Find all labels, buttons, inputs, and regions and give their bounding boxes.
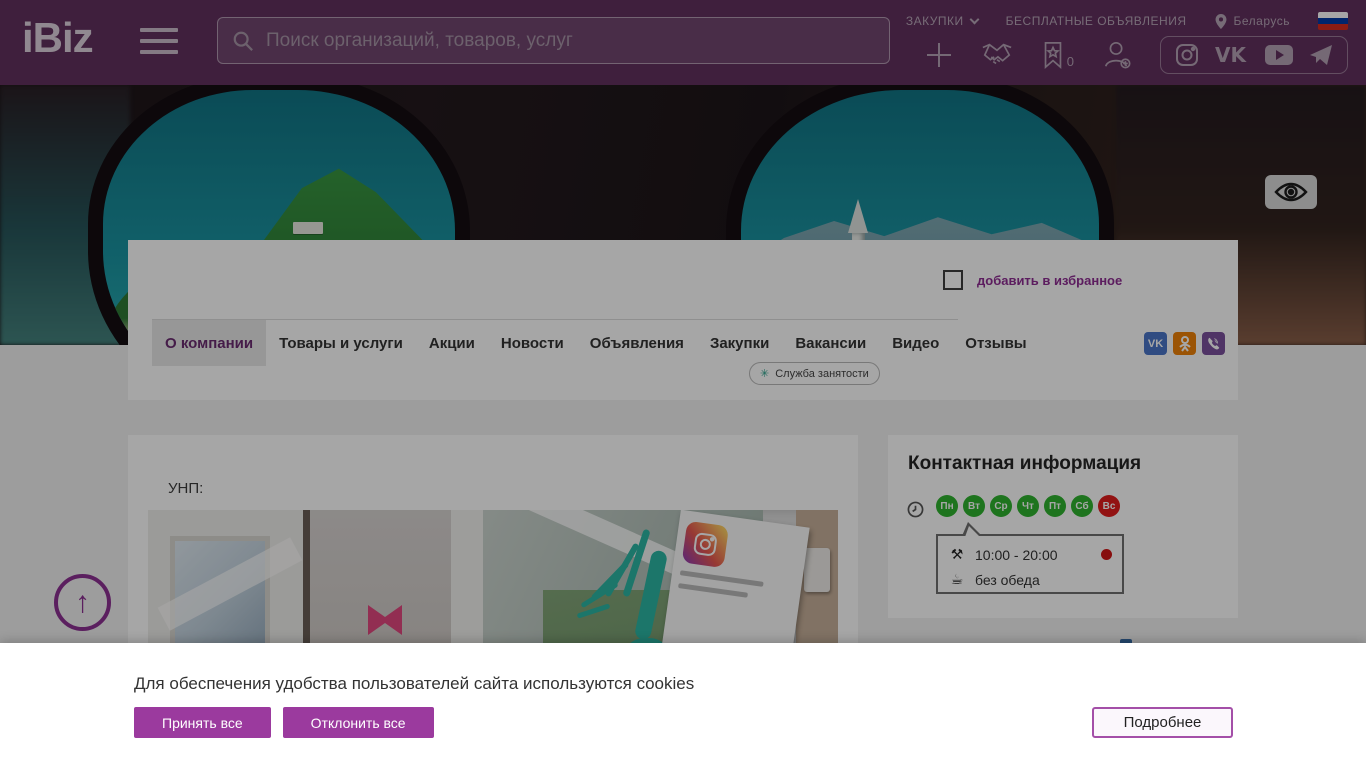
decline-all-button[interactable]: Отклонить все <box>282 707 434 738</box>
page: iBiz ЗАКУПКИ БЕСПЛАТНЫЕ ОБЪЯВЛЕНИЯ Белар… <box>0 0 1366 768</box>
header-social-links: VK <box>1160 36 1348 74</box>
vk-icon[interactable]: VK <box>1215 44 1249 66</box>
accept-all-button[interactable]: Принять все <box>134 707 271 738</box>
unp-label: УНП: <box>168 480 204 497</box>
favorites-checkbox[interactable] <box>943 270 963 290</box>
spark-icon: ✳ <box>760 368 770 380</box>
search-bar <box>217 17 890 64</box>
contact-info-card: Контактная информация Пн Вт Ср Чт Пт Сб … <box>888 435 1238 618</box>
day-badge: Чт <box>1017 495 1039 517</box>
company-header-card: добавить в избранное О компании Товары и… <box>128 240 1238 400</box>
tab-promotions[interactable]: Акции <box>416 320 488 366</box>
vk-icon[interactable]: VK <box>1144 332 1167 355</box>
tab-reviews[interactable]: Отзывы <box>952 320 1039 366</box>
flag-ru-icon[interactable] <box>1318 12 1348 30</box>
up-arrow-icon: ↑ <box>75 585 90 619</box>
day-badge: Вт <box>963 495 985 517</box>
search-input[interactable] <box>266 29 875 52</box>
eye-icon <box>1274 182 1308 202</box>
free-ads-link[interactable]: БЕСПЛАТНЫЕ ОБЪЯВЛЕНИЯ <box>1006 14 1187 28</box>
cookie-banner: Для обеспечения удобства пользователей с… <box>0 643 1366 768</box>
header-top-links: ЗАКУПКИ БЕСПЛАТНЫЕ ОБЪЯВЛЕНИЯ Беларусь <box>906 12 1348 30</box>
working-hours: 10:00 - 20:00 <box>975 546 1058 563</box>
status-dot <box>1101 549 1112 560</box>
location-pin-icon <box>1215 13 1226 29</box>
cookie-message: Для обеспечения удобства пользователей с… <box>134 674 695 693</box>
tab-purchases[interactable]: Закупки <box>697 320 782 366</box>
accessibility-version-button[interactable] <box>1265 175 1317 209</box>
tab-vacancies[interactable]: Вакансии <box>782 320 879 366</box>
details-button[interactable]: Подробнее <box>1092 707 1233 738</box>
add-user-icon <box>1104 41 1131 69</box>
instagram-icon[interactable] <box>1175 43 1199 67</box>
working-hours-tooltip: ⚒ 10:00 - 20:00 ☕ без обеда <box>936 522 1124 594</box>
tab-about[interactable]: О компании <box>152 320 267 366</box>
tools-icon: ⚒ <box>950 546 964 562</box>
working-days: Пн Вт Ср Чт Пт Сб Вс <box>936 495 1120 517</box>
coffee-icon: ☕ <box>950 571 964 587</box>
plus-icon <box>926 43 951 67</box>
header-icons: 0 VK <box>925 36 1348 74</box>
header: iBiz ЗАКУПКИ БЕСПЛАТНЫЕ ОБЪЯВЛЕНИЯ Белар… <box>0 0 1366 85</box>
company-social-links: VK <box>1144 332 1225 355</box>
day-badge: Ср <box>990 495 1012 517</box>
youtube-icon[interactable] <box>1265 44 1293 66</box>
day-badge: Сб <box>1071 495 1093 517</box>
add-to-favorites[interactable]: добавить в избранное <box>943 270 1122 290</box>
tab-products[interactable]: Товары и услуги <box>266 320 416 366</box>
partners-button[interactable] <box>981 41 1013 69</box>
tab-ads[interactable]: Объявления <box>577 320 697 366</box>
lunch-info: без обеда <box>975 571 1040 588</box>
logo[interactable]: iBiz <box>22 14 94 62</box>
region-selector[interactable]: Беларусь <box>1215 13 1290 29</box>
telegram-icon[interactable] <box>1309 44 1333 66</box>
employment-service-badge[interactable]: ✳ Служба занятости <box>749 362 880 385</box>
clock-icon <box>907 501 924 518</box>
company-tabs: О компании Товары и услуги Акции Новости… <box>152 320 1040 366</box>
instagram-logo-icon <box>681 520 730 569</box>
login-button[interactable] <box>1102 40 1132 70</box>
add-organization-button[interactable] <box>925 41 953 69</box>
tab-video[interactable]: Видео <box>879 320 952 366</box>
day-badge: Пт <box>1044 495 1066 517</box>
favorites-label: добавить в избранное <box>977 272 1123 288</box>
tab-news[interactable]: Новости <box>488 320 577 366</box>
bookmarks-count: 0 <box>1066 54 1074 69</box>
viber-icon[interactable] <box>1202 332 1225 355</box>
day-badge: Вс <box>1098 495 1120 517</box>
day-badge: Пн <box>936 495 958 517</box>
scroll-to-top-button[interactable]: ↑ <box>54 574 111 631</box>
svg-text:VK: VK <box>1215 44 1247 66</box>
contact-info-title: Контактная информация <box>908 453 1142 474</box>
bookmark-star-icon <box>1044 42 1062 69</box>
ok-icon[interactable] <box>1173 332 1196 355</box>
search-icon <box>233 31 253 51</box>
zakupki-link[interactable]: ЗАКУПКИ <box>906 14 980 28</box>
bookmarks-button[interactable]: 0 <box>1041 41 1074 69</box>
chevron-down-icon <box>969 14 980 24</box>
handshake-icon <box>982 43 1012 65</box>
hamburger-menu-icon[interactable] <box>140 28 178 56</box>
